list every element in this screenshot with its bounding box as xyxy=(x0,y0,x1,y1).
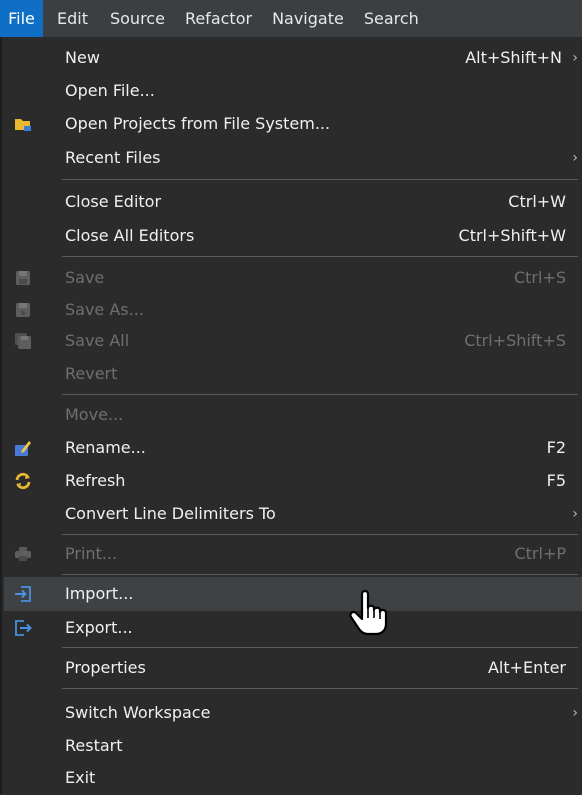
menu-item-label: Open Projects from File System... xyxy=(65,114,331,133)
menu-separator xyxy=(62,394,578,395)
menu-separator xyxy=(62,574,578,575)
hand-cursor-icon xyxy=(348,588,392,636)
menu-item-properties[interactable]: Properties Alt+Enter xyxy=(4,651,582,685)
save-as-icon xyxy=(14,301,32,319)
menu-refactor[interactable]: Refactor xyxy=(175,0,262,37)
menu-item-save-as[interactable]: Save As... xyxy=(4,293,582,327)
menu-source[interactable]: Source xyxy=(100,0,175,37)
menu-item-print[interactable]: Print... Ctrl+P xyxy=(4,537,582,571)
menu-item-close-all-editors[interactable]: Close All Editors Ctrl+Shift+W xyxy=(4,219,582,253)
menu-item-new[interactable]: New Alt+Shift+N › xyxy=(4,41,582,75)
menu-item-revert[interactable]: Revert xyxy=(4,357,582,391)
menu-item-label: Recent Files xyxy=(65,148,161,167)
menu-separator xyxy=(62,534,578,535)
menu-item-refresh[interactable]: Refresh F5 xyxy=(4,464,582,498)
menu-item-switch-workspace[interactable]: Switch Workspace › xyxy=(4,696,582,730)
menu-item-label: Exit xyxy=(65,768,96,787)
menu-item-shortcut: F2 xyxy=(546,438,566,457)
rename-pencil-icon xyxy=(14,439,32,457)
menu-item-exit[interactable]: Exit xyxy=(4,761,582,795)
save-all-icon xyxy=(14,332,32,350)
menu-item-label: Refresh xyxy=(65,471,126,490)
menu-item-shortcut: Ctrl+Shift+S xyxy=(464,331,566,350)
menu-item-shortcut: Ctrl+W xyxy=(508,192,566,211)
menu-item-label: Save As... xyxy=(65,300,144,319)
menu-item-close-editor[interactable]: Close Editor Ctrl+W xyxy=(4,185,582,219)
menu-item-open-projects[interactable]: Open Projects from File System... xyxy=(4,107,582,141)
menu-item-move[interactable]: Move... xyxy=(4,398,582,432)
menu-navigate[interactable]: Navigate xyxy=(262,0,354,37)
menu-item-shortcut: Ctrl+P xyxy=(514,544,566,563)
menu-item-label: Save All xyxy=(65,331,130,350)
menu-item-shortcut: Alt+Shift+N xyxy=(465,48,562,67)
menu-separator xyxy=(62,688,578,689)
menu-item-label: Import... xyxy=(65,584,134,603)
menu-bar: File Edit Source Refactor Navigate Searc… xyxy=(0,0,582,37)
menu-item-recent-files[interactable]: Recent Files › xyxy=(4,141,582,175)
menu-search[interactable]: Search xyxy=(354,0,429,37)
import-icon xyxy=(14,585,32,603)
menu-item-label: Print... xyxy=(65,544,118,563)
menu-item-label: Close Editor xyxy=(65,192,162,211)
submenu-arrow-icon: › xyxy=(572,50,578,66)
menu-item-shortcut: Alt+Enter xyxy=(487,658,566,677)
menu-item-label: Properties xyxy=(65,658,146,677)
menu-item-rename[interactable]: Rename... F2 xyxy=(4,431,582,465)
menu-item-import[interactable]: Import... xyxy=(4,577,582,611)
menu-item-export[interactable]: Export... xyxy=(4,611,582,645)
printer-icon xyxy=(14,545,32,563)
menu-item-label: Export... xyxy=(65,618,133,637)
menu-item-convert-line-delimiters[interactable]: Convert Line Delimiters To › xyxy=(4,497,582,531)
submenu-arrow-icon: › xyxy=(572,705,578,721)
menu-edit[interactable]: Edit xyxy=(43,0,100,37)
floppy-disk-icon xyxy=(14,269,32,287)
menu-separator xyxy=(62,647,578,648)
menu-item-label: Switch Workspace xyxy=(65,703,211,722)
menu-item-save-all[interactable]: Save All Ctrl+Shift+S xyxy=(4,324,582,358)
folder-icon xyxy=(14,115,32,133)
menu-item-shortcut: Ctrl+Shift+W xyxy=(458,226,566,245)
menu-item-label: Revert xyxy=(65,364,118,383)
menu-separator xyxy=(62,256,578,257)
file-menu-dropdown: New Alt+Shift+N › Open File... Open Proj… xyxy=(0,37,582,794)
menu-item-label: Close All Editors xyxy=(65,226,195,245)
submenu-arrow-icon: › xyxy=(572,506,578,522)
menu-item-shortcut: F5 xyxy=(546,471,566,490)
refresh-icon xyxy=(14,472,32,490)
menu-item-label: New xyxy=(65,48,100,67)
menu-item-label: Save xyxy=(65,268,105,287)
menu-item-shortcut: Ctrl+S xyxy=(513,268,566,287)
menu-item-label: Open File... xyxy=(65,81,155,100)
export-icon xyxy=(14,619,32,637)
menu-item-save[interactable]: Save Ctrl+S xyxy=(4,261,582,295)
menu-separator xyxy=(62,179,578,180)
submenu-arrow-icon: › xyxy=(572,150,578,166)
menu-item-open-file[interactable]: Open File... xyxy=(4,74,582,108)
menu-item-label: Convert Line Delimiters To xyxy=(65,504,276,523)
menu-item-label: Restart xyxy=(65,736,123,755)
menu-file[interactable]: File xyxy=(0,0,43,37)
menu-item-label: Move... xyxy=(65,405,124,424)
menu-item-restart[interactable]: Restart xyxy=(4,729,582,763)
menu-item-label: Rename... xyxy=(65,438,146,457)
